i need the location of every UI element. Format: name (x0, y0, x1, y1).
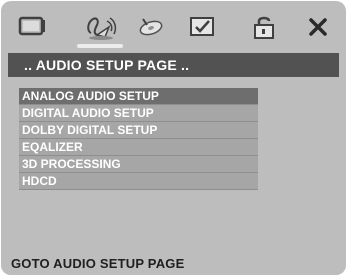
menu-item-3d-processing[interactable]: 3D PROCESSING (19, 156, 258, 172)
menu-item-dolby-digital-setup[interactable]: DOLBY DIGITAL SETUP (19, 122, 258, 138)
status-bar: GOTO AUDIO SETUP PAGE (1, 249, 346, 275)
menu-item-digital-audio-setup[interactable]: DIGITAL AUDIO SETUP (19, 105, 258, 121)
menu-item-eqalizer[interactable]: EQALIZER (19, 139, 258, 155)
menu-item-analog-audio-setup[interactable]: ANALOG AUDIO SETUP (19, 88, 258, 104)
dolby-disc-icon[interactable] (137, 13, 167, 41)
audio-setup-menu: ANALOG AUDIO SETUP DIGITAL AUDIO SETUP D… (19, 88, 258, 190)
setup-icon-bar (1, 1, 346, 49)
tv-screen-icon[interactable] (17, 13, 47, 41)
password-lock-icon[interactable] (249, 13, 279, 41)
status-text: GOTO AUDIO SETUP PAGE (11, 256, 185, 271)
page-title: .. AUDIO SETUP PAGE .. (24, 57, 190, 73)
osd-screen: .. AUDIO SETUP PAGE .. ANALOG AUDIO SETU… (1, 1, 346, 275)
active-tab-indicator (77, 44, 123, 48)
page-title-bar: .. AUDIO SETUP PAGE .. (8, 53, 339, 77)
exit-close-icon[interactable] (303, 13, 333, 41)
menu-item-hdcd[interactable]: HDCD (19, 173, 258, 189)
audio-speaker-icon[interactable] (83, 13, 119, 41)
preferences-checkmark-icon[interactable] (188, 13, 218, 41)
